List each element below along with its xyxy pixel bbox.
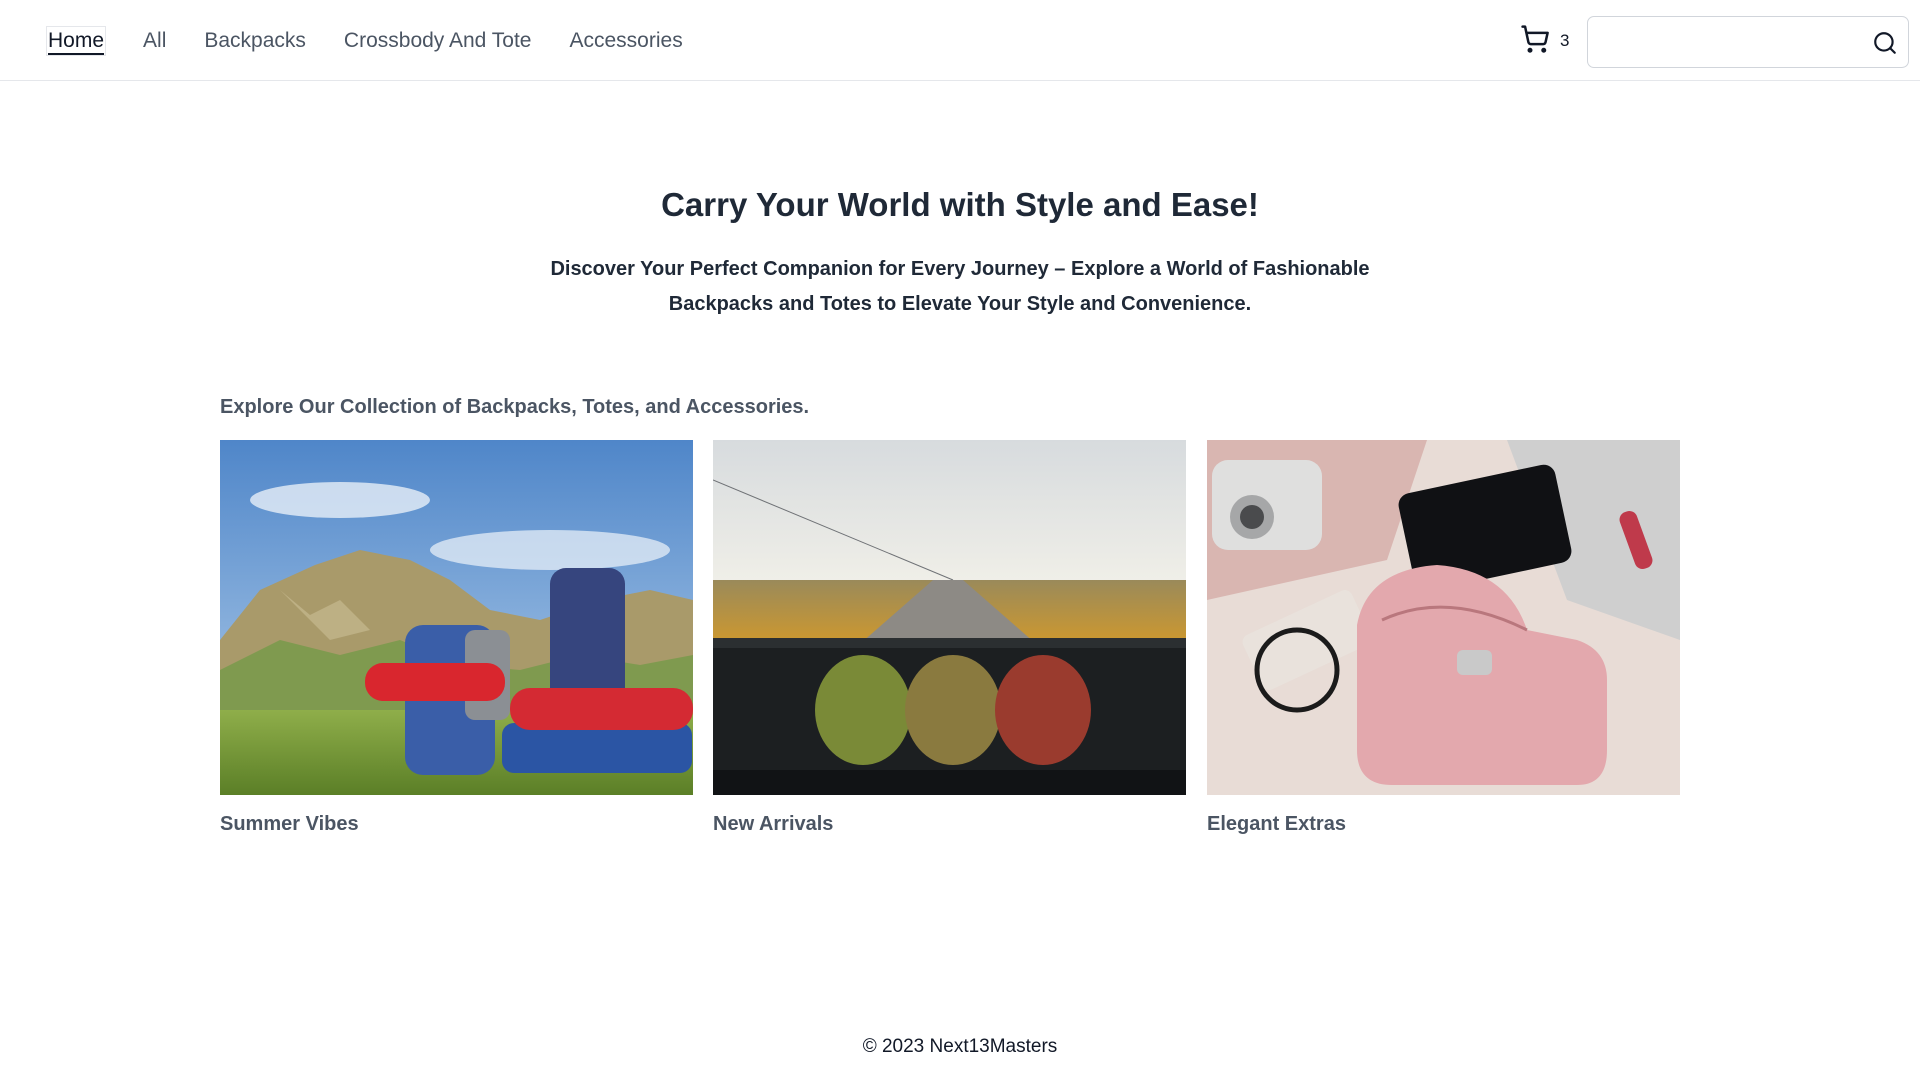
nav-link-all[interactable]: All xyxy=(142,27,167,55)
search-input[interactable] xyxy=(1588,17,1858,67)
nav-link-backpacks[interactable]: Backpacks xyxy=(203,27,307,55)
main-nav: Home All Backpacks Crossbody And Tote Ac… xyxy=(46,24,720,58)
collection-cards: Summer Vibes New Arrivals Elegant Extras xyxy=(220,440,1680,850)
collection-card-summer-vibes[interactable]: Summer Vibes xyxy=(220,440,693,835)
nav-link-crossbody-and-tote[interactable]: Crossbody And Tote xyxy=(343,27,533,55)
card-caption: Summer Vibes xyxy=(220,813,359,835)
top-navbar: Home All Backpacks Crossbody And Tote Ac… xyxy=(0,0,1920,81)
collection-card-elegant-extras[interactable]: Elegant Extras xyxy=(1207,440,1680,835)
hero-title: Carry Your World with Style and Ease! xyxy=(661,186,1259,223)
footer: © 2023 Next13Masters xyxy=(0,1036,1920,1058)
card-caption: Elegant Extras xyxy=(1207,813,1346,835)
collection-heading: Explore Our Collection of Backpacks, Tot… xyxy=(220,396,810,418)
cart-count: 3 xyxy=(1560,31,1570,50)
search-box xyxy=(1587,16,1909,68)
summer-vibes-image xyxy=(220,440,693,795)
footer-copyright: © 2023 Next13Masters xyxy=(862,1036,1058,1057)
cart-icon xyxy=(1520,24,1550,59)
nav-link-accessories[interactable]: Accessories xyxy=(569,27,684,55)
hero-section: Carry Your World with Style and Ease! Di… xyxy=(0,180,1920,322)
new-arrivals-image xyxy=(713,440,1186,795)
hero-subtitle: Discover Your Perfect Companion for Ever… xyxy=(550,258,1370,315)
elegant-extras-image xyxy=(1207,440,1680,795)
collection-card-new-arrivals[interactable]: New Arrivals xyxy=(713,440,1186,835)
nav-link-home[interactable]: Home xyxy=(46,26,107,56)
search-icon[interactable] xyxy=(1872,30,1898,56)
card-caption: New Arrivals xyxy=(713,813,834,835)
cart-link[interactable]: 3 xyxy=(1520,24,1570,59)
